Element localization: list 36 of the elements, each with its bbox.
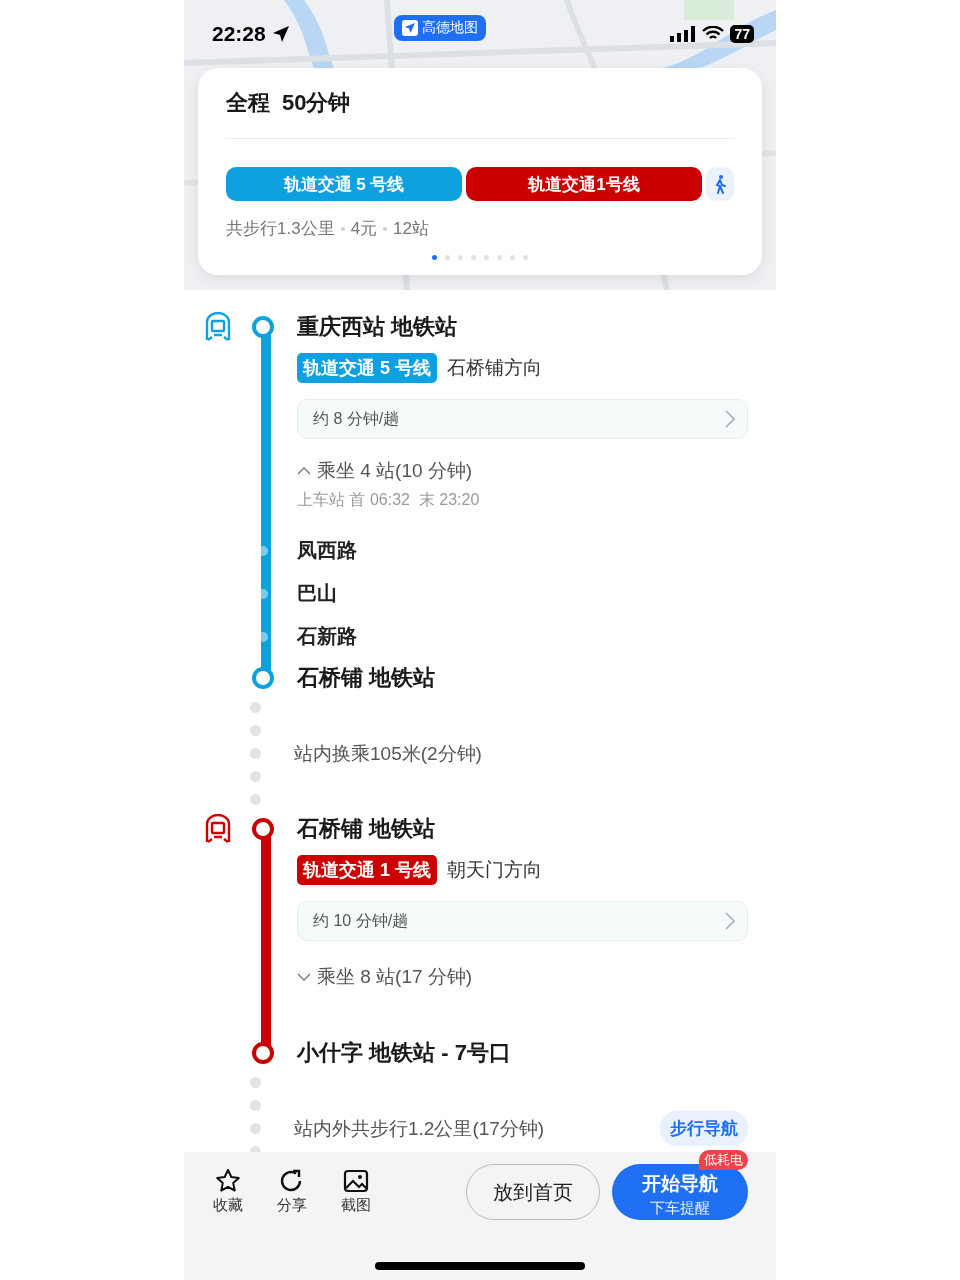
line-badge: 轨道交通 5 号线 bbox=[297, 353, 437, 383]
summary-info: 4元 bbox=[350, 218, 378, 240]
toolbar-action[interactable]: 收藏 bbox=[208, 1168, 248, 1215]
walk-text: 站内外共步行1.2公里(17分钟) bbox=[294, 1116, 545, 1141]
line-pill: 轨道交通1号线 bbox=[466, 167, 702, 201]
app-switch-badge[interactable]: 高德地图 bbox=[394, 15, 487, 41]
station-name: 石桥铺 地铁站 bbox=[297, 815, 436, 843]
line-pill: 轨道交通 5 号线 bbox=[226, 167, 462, 201]
battery-level: 77 bbox=[730, 25, 754, 43]
frequency-text: 约 10 分钟/趟 bbox=[313, 910, 409, 931]
station-name: 小什字 地铁站 - 7号口 bbox=[297, 1039, 511, 1067]
stop-name: 巴山 bbox=[297, 581, 337, 606]
toolbar-action[interactable]: 截图 bbox=[336, 1168, 376, 1215]
direction-text: 朝天门方向 bbox=[447, 858, 542, 882]
toolbar-action[interactable]: 分享 bbox=[272, 1168, 312, 1215]
status-time: 22:28 bbox=[212, 22, 266, 46]
frequency-row[interactable]: 约 8 分钟/趟 bbox=[297, 399, 748, 439]
summary-label: 全程 bbox=[226, 89, 270, 117]
walk-navigation-button[interactable]: 步行导航 bbox=[660, 1111, 748, 1146]
ride-toggle[interactable]: 乘坐 8 站(17 分钟) bbox=[297, 964, 473, 990]
frequency-text: 约 8 分钟/趟 bbox=[313, 408, 400, 429]
frequency-row[interactable]: 约 10 分钟/趟 bbox=[297, 901, 748, 941]
summary-info: 12站 bbox=[393, 218, 430, 240]
timetable-text: 上车站 首 06:32 末 23:20 bbox=[297, 489, 480, 510]
ride-toggle[interactable]: 乘坐 4 站(10 分钟) bbox=[297, 457, 473, 484]
route-summary-card[interactable]: 全程 50分钟 轨道交通 5 号线 轨道交通1号线 共步行1.3公里 4元 12站 bbox=[198, 68, 762, 275]
low-power-badge: 低耗电 bbox=[699, 1150, 748, 1170]
summary-info: 共步行1.3公里 bbox=[226, 218, 335, 240]
station-name: 石桥铺 地铁站 bbox=[297, 664, 436, 692]
stop-name: 凤西路 bbox=[297, 538, 357, 563]
station-name: 重庆西站 地铁站 bbox=[297, 313, 458, 341]
direction-text: 石桥铺方向 bbox=[447, 356, 542, 380]
walk-text: 站内换乘105米(2分钟) bbox=[294, 741, 482, 766]
line-badge: 轨道交通 1 号线 bbox=[297, 855, 437, 885]
stop-name: 石新路 bbox=[297, 624, 357, 649]
total-duration: 50分钟 bbox=[282, 89, 351, 117]
